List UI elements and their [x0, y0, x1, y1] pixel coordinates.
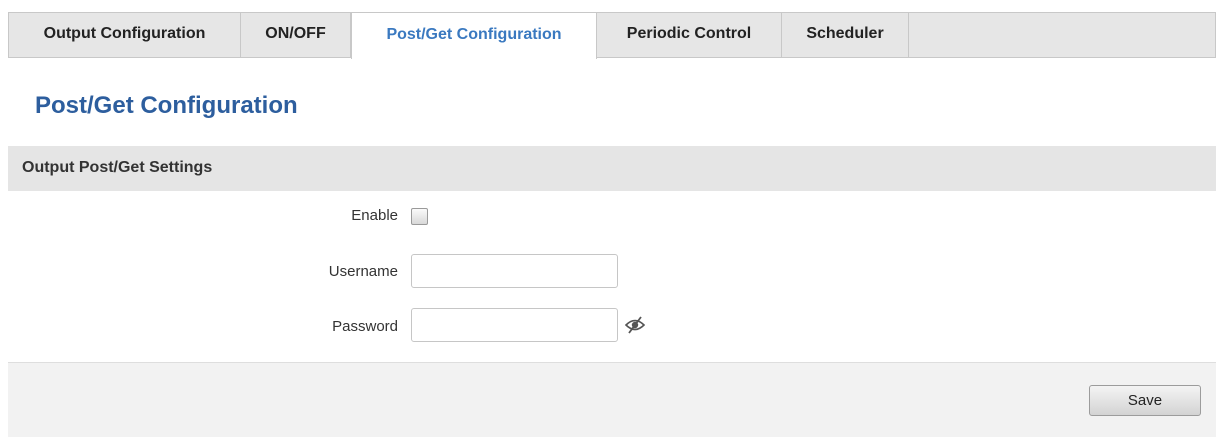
username-label: Username: [328, 263, 398, 280]
section-header: Output Post/Get Settings: [8, 146, 1216, 191]
save-button[interactable]: Save: [1089, 385, 1201, 416]
eye-slash-icon[interactable]: [624, 316, 646, 334]
section-title: Output Post/Get Settings: [22, 159, 213, 176]
password-label: Password: [332, 318, 398, 335]
page-title: Post/Get Configuration: [35, 92, 298, 119]
enable-checkbox[interactable]: [411, 208, 428, 225]
footer-bar: [8, 362, 1216, 437]
tab-post-get-configuration[interactable]: Post/Get Configuration: [351, 12, 597, 59]
tab-output-configuration[interactable]: Output Configuration: [9, 12, 241, 58]
tab-bar: Output Configuration ON/OFF Post/Get Con…: [8, 12, 1216, 59]
tab-scheduler[interactable]: Scheduler: [782, 12, 909, 58]
tab-periodic-control[interactable]: Periodic Control: [597, 12, 782, 58]
enable-label: Enable: [351, 207, 398, 224]
password-input[interactable]: [411, 308, 618, 342]
tab-on-off[interactable]: ON/OFF: [241, 12, 351, 58]
username-input[interactable]: [411, 254, 618, 288]
